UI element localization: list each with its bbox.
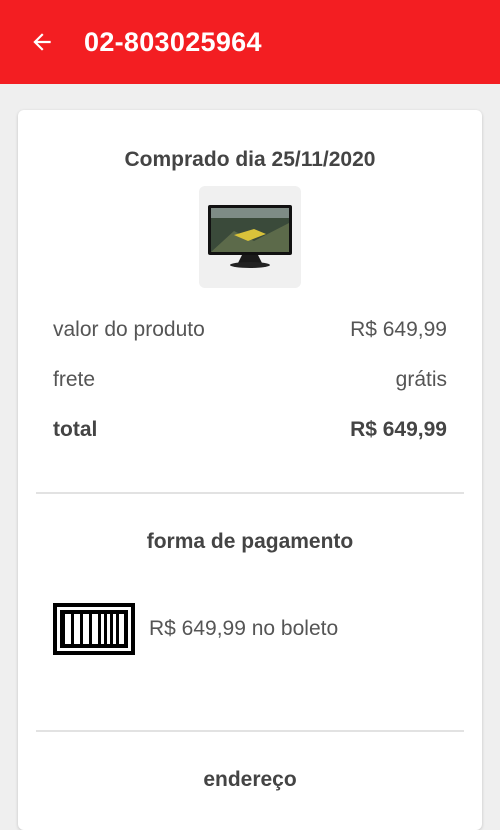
arrow-left-icon [33,33,51,51]
address-section-title: endereço [203,768,297,791]
order-details-card: Comprado dia 25/11/2020 valor do produto… [18,110,482,830]
product-value-label: valor do produto [53,318,205,341]
app-bar: 02-803025964 [0,0,500,84]
payment-method: R$ 649,99 no boleto [53,603,338,655]
shipping-value: grátis [395,368,447,391]
shipping-row: frete grátis [53,368,447,392]
divider [36,730,464,732]
divider [36,492,464,494]
product-thumbnail[interactable] [199,186,301,288]
payment-section-title: forma de pagamento [146,530,354,553]
order-number-title: 02-803025964 [84,26,262,57]
barcode-icon [53,603,135,655]
product-value-amount: R$ 649,99 [350,318,447,341]
total-label: total [53,418,98,441]
total-amount: R$ 649,99 [350,418,447,441]
purchase-date-title: Comprado dia 25/11/2020 [124,148,376,171]
monitor-product-image [208,205,292,268]
product-value-row: valor do produto R$ 649,99 [53,318,447,342]
shipping-label: frete [53,368,96,391]
total-row: total R$ 649,99 [53,418,447,442]
payment-description: R$ 649,99 no boleto [149,617,339,640]
back-button[interactable] [22,22,62,62]
